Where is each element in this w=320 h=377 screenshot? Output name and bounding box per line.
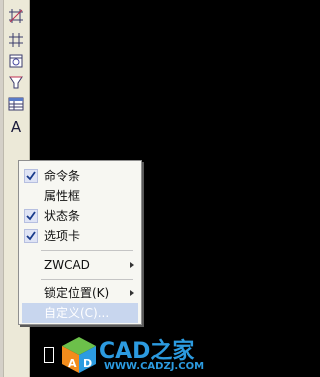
table-button[interactable] [6,94,26,113]
watermark-url: WWW.CADZJ.COM [104,361,205,372]
menu-item-label: 属性框 [44,189,81,203]
checkmark-icon [24,209,38,223]
menu-item-label: 命令条 [44,169,81,183]
menu-item-tabs[interactable]: 选项卡 [22,226,138,246]
checkmark-icon [24,229,38,243]
make-block-button[interactable] [6,72,26,91]
menu-item-lock-position[interactable]: 锁定位置(K) [22,283,138,303]
watermark: A D CAD之家 WWW.CADZJ.COM [60,333,209,377]
menu-separator [41,250,133,251]
svg-text:A: A [68,357,77,370]
construction-line-2-button[interactable] [6,30,26,49]
svg-text:D: D [83,357,92,370]
insert-block-button[interactable] [6,51,26,70]
insert-block-icon [9,54,23,67]
menu-item-command-bar[interactable]: 命令条 [22,166,138,186]
menu-item-label: 状态条 [44,209,81,223]
menu-item-label: ZWCAD [44,258,90,272]
submenu-arrow-icon [130,290,134,296]
table-icon [8,97,24,110]
menu-item-properties[interactable]: 属性框 [22,186,138,206]
cube-logo-icon: A D [62,337,96,373]
construction-line-2-icon [9,32,23,47]
make-block-icon [9,76,23,88]
toolbar-grip[interactable] [0,0,4,377]
menu-item-customize[interactable]: 自定义(C)... [22,303,138,323]
multiline-text-button[interactable]: A [6,118,26,137]
menu-separator [41,279,133,280]
construction-line-icon [9,8,23,23]
canvas-marker [44,347,54,363]
menu-item-label: 自定义(C)... [44,306,110,320]
submenu-arrow-icon [130,262,134,268]
menu-item-label: 选项卡 [44,229,81,243]
construction-line-button[interactable] [6,6,26,25]
menu-item-status-bar[interactable]: 状态条 [22,206,138,226]
multiline-text-icon: A [10,118,22,136]
toolbar-context-menu: 命令条 属性框 状态条 选项卡 ZWCAD 锁定位置(K) 自定义(C)... [18,160,142,325]
menu-item-zwcad[interactable]: ZWCAD [22,255,138,275]
checkmark-icon [24,169,38,183]
menu-item-label: 锁定位置(K) [44,286,110,300]
